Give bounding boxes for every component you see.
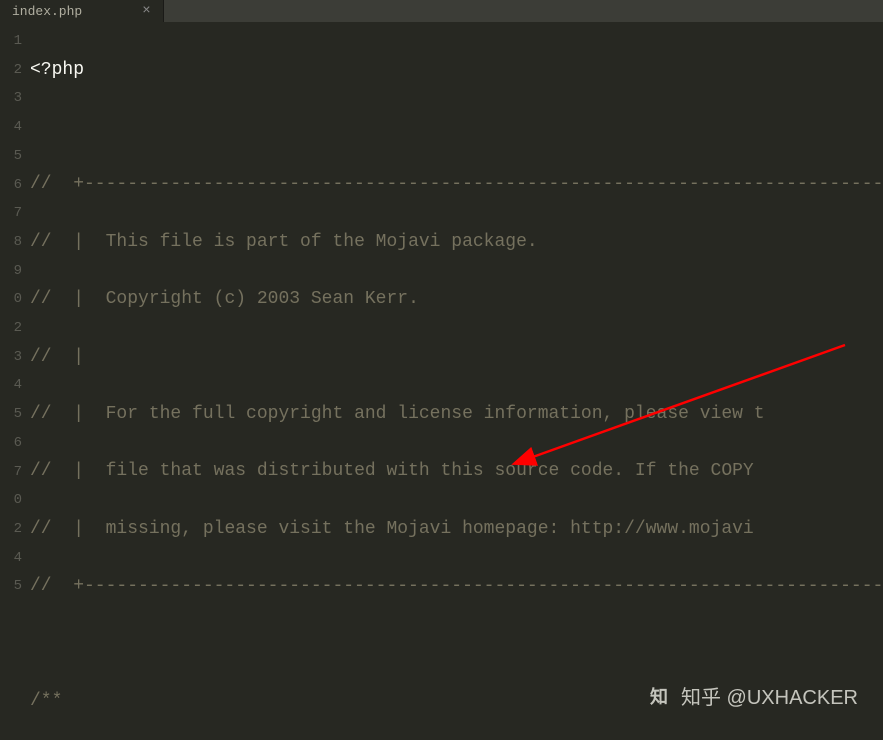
line-number: 0: [0, 486, 22, 515]
line-number: 6: [0, 429, 22, 458]
line-number: 4: [0, 544, 22, 573]
line-number: 6: [0, 171, 22, 200]
line-number: 2: [0, 314, 22, 343]
line-number: 8: [0, 228, 22, 257]
code-token: // +------------------------------------…: [30, 576, 883, 596]
code-token: // +------------------------------------…: [30, 174, 883, 194]
editor-tab[interactable]: index.php ×: [0, 0, 164, 22]
code-token: // |: [30, 404, 106, 424]
zhihu-icon: 知: [645, 682, 673, 710]
line-number: 2: [0, 515, 22, 544]
line-number: 9: [0, 257, 22, 286]
close-icon[interactable]: ×: [142, 3, 150, 19]
watermark-text: 知乎 @UXHACKER: [681, 681, 858, 710]
line-number: 1: [0, 27, 22, 56]
line-number: 3: [0, 84, 22, 113]
code-token: missing, please visit the Mojavi homepag…: [106, 519, 754, 539]
code-token: // |: [30, 461, 106, 481]
code-token: For the full copyright and license infor…: [106, 404, 765, 424]
line-number: 4: [0, 371, 22, 400]
line-number: 3: [0, 343, 22, 372]
code-token: // |: [30, 519, 106, 539]
code-token: // |: [30, 289, 106, 309]
code-token: /**: [30, 691, 62, 711]
tab-filename: index.php: [12, 4, 82, 19]
code-token: file that was distributed with this sour…: [106, 461, 754, 481]
line-number: 4: [0, 113, 22, 142]
tab-bar: index.php ×: [0, 0, 883, 22]
line-numbers: 1 2 3 4 5 6 7 8 9 0 2 3 4 5 6 7 0 2 4 5: [0, 22, 30, 740]
line-number: 5: [0, 572, 22, 601]
watermark: 知 知乎 @UXHACKER: [645, 681, 858, 710]
code-token: // |: [30, 347, 84, 367]
line-number: 7: [0, 199, 22, 228]
code-token: This file is part of the Mojavi package.: [106, 232, 538, 252]
line-number: 7: [0, 458, 22, 487]
editor-area: 1 2 3 4 5 6 7 8 9 0 2 3 4 5 6 7 0 2 4 5 …: [0, 22, 883, 740]
code-token: Copyright (c) 2003 Sean Kerr.: [106, 289, 419, 309]
code-content[interactable]: <?php // +------------------------------…: [30, 22, 883, 740]
line-number: 5: [0, 400, 22, 429]
code-token: // |: [30, 232, 106, 252]
line-number: 5: [0, 142, 22, 171]
line-number: 0: [0, 285, 22, 314]
code-token: <?php: [30, 60, 84, 80]
line-number: 2: [0, 56, 22, 85]
